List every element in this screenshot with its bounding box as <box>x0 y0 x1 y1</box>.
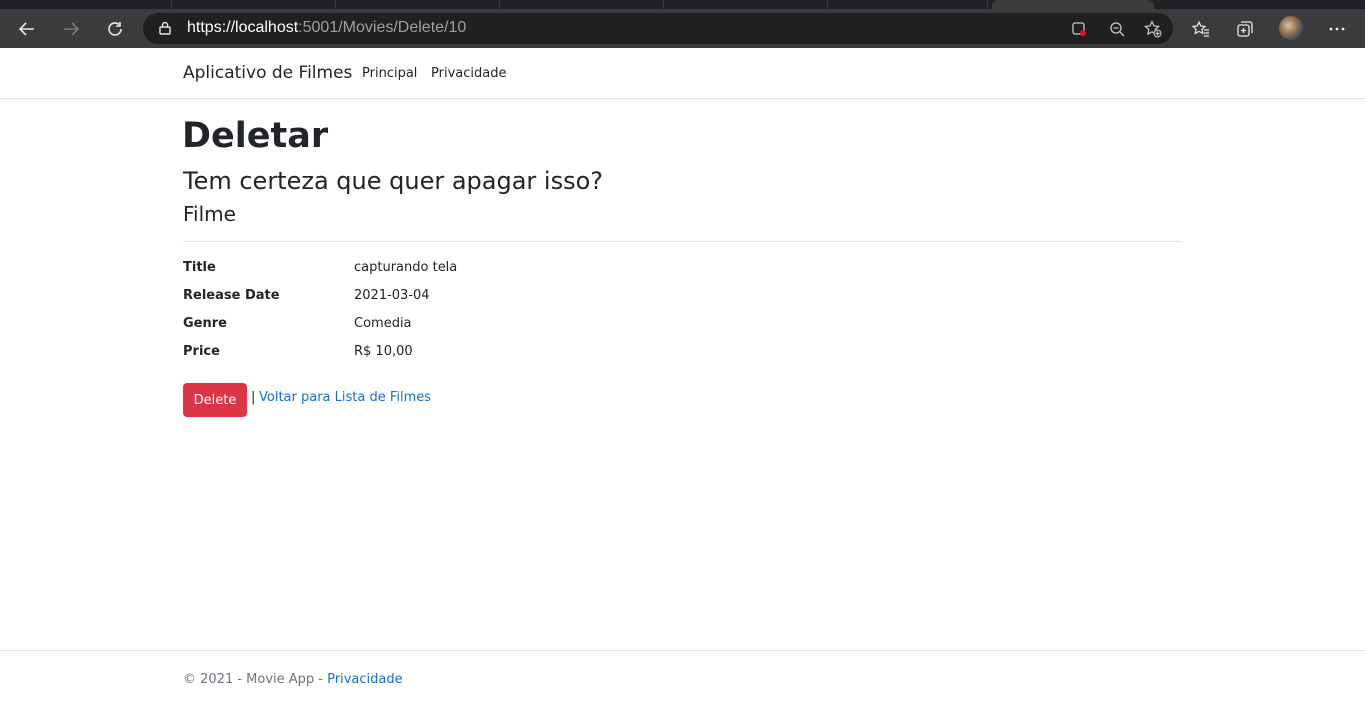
site-brand[interactable]: Aplicativo de Filmes <box>183 63 352 83</box>
browser-tab-active[interactable] <box>992 0 1154 9</box>
detail-term-title: Title <box>183 260 216 275</box>
browser-tab-strip <box>0 0 1365 9</box>
favorites-icon[interactable] <box>1187 15 1215 43</box>
divider <box>183 241 1182 242</box>
lock-icon <box>159 21 171 35</box>
browser-toolbar: https://localhost:5001/Movies/Delete/10 <box>0 9 1365 48</box>
address-bar[interactable]: https://localhost:5001/Movies/Delete/10 <box>143 13 1173 44</box>
web-page: Aplicativo de Filmes Principal Privacida… <box>0 48 1365 703</box>
footer-privacy-link[interactable]: Privacidade <box>327 672 402 687</box>
delete-button[interactable]: Delete <box>183 383 247 417</box>
link-separator: | <box>251 390 256 405</box>
back-to-list-link[interactable]: Voltar para Lista de Filmes <box>259 390 431 405</box>
detail-value-price: R$ 10,00 <box>354 344 413 359</box>
forward-icon[interactable] <box>57 15 85 43</box>
browser-tab[interactable] <box>500 0 664 9</box>
collections-icon[interactable] <box>1231 15 1259 43</box>
footer-text: © 2021 - Movie App - Privacidade <box>183 672 403 687</box>
confirm-question: Tem certeza que quer apagar isso? <box>183 167 604 195</box>
browser-tab[interactable] <box>336 0 500 9</box>
browser-tab[interactable] <box>172 0 336 9</box>
section-title: Filme <box>183 202 236 226</box>
detail-value-title: capturando tela <box>354 260 458 275</box>
detail-term-price: Price <box>183 344 220 359</box>
url-host: https://localhost <box>187 19 299 36</box>
back-icon[interactable] <box>13 15 41 43</box>
zoom-out-icon[interactable] <box>1107 19 1127 39</box>
detail-value-release-date: 2021-03-04 <box>354 288 430 303</box>
detail-term-release-date: Release Date <box>183 288 280 303</box>
url-text[interactable]: https://localhost:5001/Movies/Delete/10 <box>187 19 466 37</box>
site-footer: © 2021 - Movie App - Privacidade <box>0 650 1365 703</box>
page-title: Deletar <box>182 116 329 156</box>
detail-value-genre: Comedia <box>354 316 412 331</box>
url-path: :5001/Movies/Delete/10 <box>298 19 467 36</box>
nav-link-privacidade[interactable]: Privacidade <box>431 66 506 81</box>
detail-term-genre: Genre <box>183 316 227 331</box>
footer-copyright: © 2021 - Movie App - <box>183 672 328 687</box>
profile-avatar[interactable] <box>1279 16 1303 40</box>
site-navbar: Aplicativo de Filmes Principal Privacida… <box>0 48 1365 99</box>
browser-tab[interactable] <box>664 0 828 9</box>
nav-link-principal[interactable]: Principal <box>362 66 417 81</box>
browser-tab[interactable] <box>828 0 988 9</box>
reload-icon[interactable] <box>101 15 129 43</box>
more-options-icon[interactable] <box>1323 15 1351 43</box>
tracking-icon[interactable] <box>1069 19 1089 39</box>
add-favorite-icon[interactable] <box>1143 19 1163 39</box>
browser-tab[interactable] <box>0 0 172 9</box>
